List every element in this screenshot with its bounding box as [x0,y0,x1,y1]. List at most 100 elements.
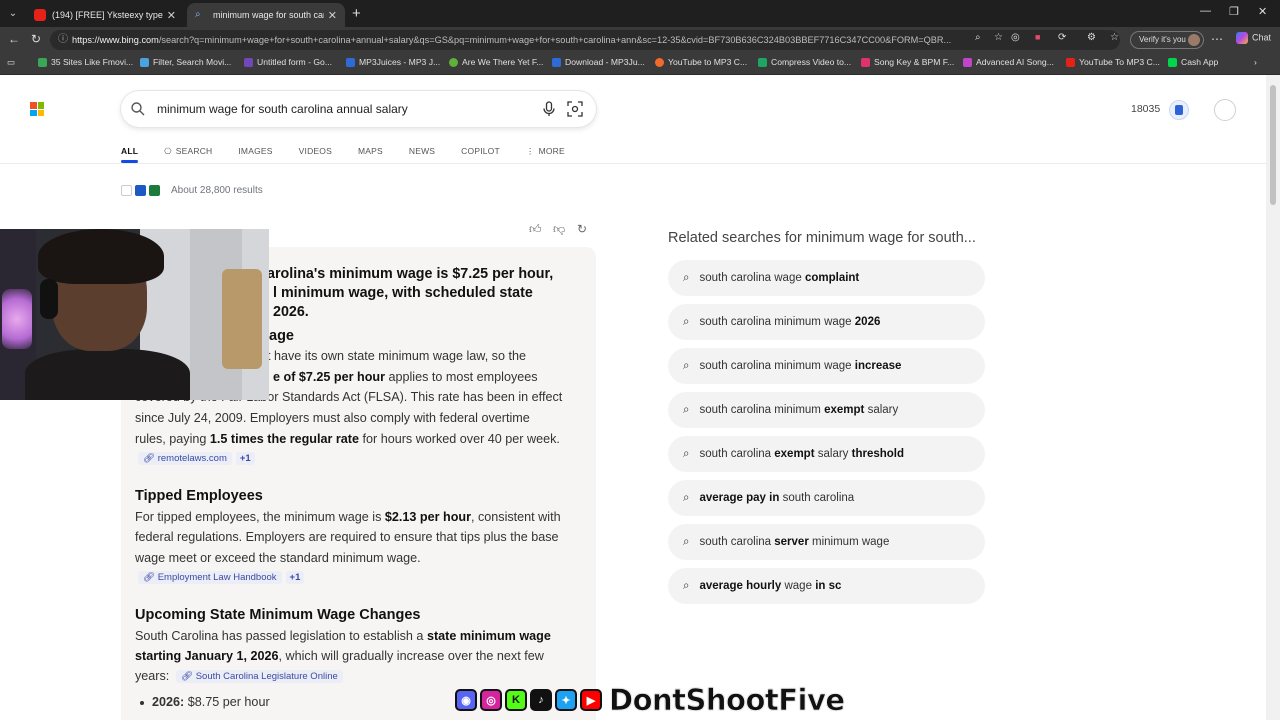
copilot-chat-button[interactable]: Chat [1236,32,1271,44]
scope-videos[interactable]: VIDEOS [299,141,332,161]
maximize-icon[interactable]: ❐ [1229,5,1239,18]
bold-text: exempt [824,404,865,416]
rewards-icon[interactable] [1169,100,1189,120]
bold-text: in sc [815,580,842,592]
streamer-socials-overlay: ◉ ◎ K ♪ ✦ ▶ DontShootFive [455,683,845,717]
scope-search[interactable]: ⎔ SEARCH [164,141,212,161]
source-icon [149,185,160,196]
citation-chip[interactable]: 🔗︎ Employment Law Handbook [138,570,282,584]
scope-images[interactable]: IMAGES [238,141,272,161]
thumbs-down-icon[interactable]: 👎︎ [553,222,565,237]
bold-text: server [774,536,809,548]
related-search-item[interactable]: ⌕ south carolina wage complaint [668,260,985,296]
bookmark-item[interactable]: MP3Juices - MP3 J... [346,57,440,67]
back-icon[interactable]: ← [8,32,20,46]
citation-label: South Carolina Legislature Online [195,670,338,682]
browser-menu-icon[interactable]: ⋯ [1211,32,1223,46]
profile-icon[interactable] [1214,99,1236,121]
bookmark-label: Untitled form - Go... [257,57,332,67]
rewards-points[interactable]: 18035 [1131,103,1160,115]
bookmark-item[interactable]: Download - MP3Ju... [552,57,645,67]
bookmark-item[interactable]: Cash App [1168,57,1218,67]
favorites-icon[interactable]: ☆ [1110,32,1119,43]
refresh-answer-icon[interactable]: ↻ [577,222,587,236]
scope-all[interactable]: ALL [121,141,139,163]
related-search-item[interactable]: ⌕ south carolina server minimum wage [668,524,985,560]
extensions-puzzle-icon[interactable]: ⟳ [1058,32,1066,43]
citation-chip[interactable]: 🔗︎ remotelaws.com [138,451,232,465]
close-tab-icon[interactable]: ✕ [328,9,337,22]
verify-label: Verify it's you [1139,35,1186,44]
bookmark-item[interactable]: Filter, Search Movi... [140,57,231,67]
scope-copilot[interactable]: COPILOT [461,141,500,161]
tab-bing-search[interactable]: ⌕ minimum wage for south carolina ✕ [187,3,345,27]
new-tab-icon[interactable]: + [352,5,361,22]
scope-more[interactable]: ⋮ MORE [526,141,565,161]
youtube-icon: ▶ [580,689,602,711]
collections-icon[interactable]: ⚙ [1087,32,1096,43]
zoom-icon[interactable]: ⌕ [975,32,981,43]
close-window-icon[interactable]: ✕ [1258,5,1267,18]
bookmark-item[interactable]: YouTube to MP3 C... [655,57,747,67]
scrollbar-thumb[interactable] [1270,85,1276,205]
search-input[interactable] [157,99,527,119]
answer-headline-line: 2026. [273,304,309,320]
citation[interactable]: 🔗︎ Employment Law Handbook +1 [138,570,305,584]
page-scrollbar[interactable] [1266,75,1280,720]
bookmark-favicon-icon [449,57,458,67]
paragraph-line: rules, paying 1.5 times the regular rate… [135,429,585,450]
tab-search-dropdown-icon[interactable]: ⌄ [5,6,21,22]
search-icon: ⌕ [683,359,690,372]
related-search-item[interactable]: ⌕ south carolina minimum wage increase [668,348,985,384]
bookmark-item[interactable]: Compress Video to... [758,57,851,67]
related-search-item[interactable]: ⌕ south carolina minimum wage 2026 [668,304,985,340]
bookmarks-overflow-icon[interactable]: › [1254,57,1257,67]
citation-chip[interactable]: 🔗︎ South Carolina Legislature Online [176,669,343,683]
bookmark-item[interactable]: Advanced AI Song... [963,57,1054,67]
bookmark-label: Compress Video to... [771,57,852,67]
bold-text: e of $7.25 per hour [273,370,385,384]
bookmarks-folder-icon[interactable]: ▭ [7,57,15,68]
bookmark-item[interactable]: Song Key & BPM F... [861,57,954,67]
citation[interactable]: 🔗︎ South Carolina Legislature Online [176,669,343,683]
related-search-item[interactable]: ⌕ average pay in south carolina [668,480,985,516]
reload-icon[interactable]: ↻ [31,32,41,46]
bookmark-item[interactable]: YouTube To MP3 C... [1066,57,1160,67]
tab-youtube[interactable]: (194) [FREE] Yksteexy type beat - I ✕ [26,3,184,27]
citation-more[interactable]: +1 [235,451,255,465]
related-search-item[interactable]: ⌕ average hourly wage in sc [668,568,985,604]
thumbs-up-icon[interactable]: 👍︎ [529,222,542,237]
bookmark-label: 35 Sites Like Fmovi... [51,57,134,67]
bookmark-item[interactable]: Are We There Yet F... [449,57,543,67]
search-icon[interactable] [130,101,146,117]
twitter-icon: ✦ [555,689,577,711]
bookmark-item[interactable]: Untitled form - Go... [244,57,332,67]
tracking-icon[interactable]: ◎ [1011,32,1020,43]
related-search-item[interactable]: ⌕ south carolina exempt salary threshold [668,436,985,472]
minimize-icon[interactable]: — [1200,5,1211,17]
address-bar[interactable]: ⓘ https://www.bing.com/search?q=minimum+w… [50,30,1120,50]
site-info-icon[interactable]: ⓘ [58,30,68,50]
scope-label: MORE [538,146,565,156]
citation[interactable]: 🔗︎ remotelaws.com +1 [138,451,255,465]
scope-maps[interactable]: MAPS [358,141,383,161]
microsoft-logo[interactable] [30,102,44,116]
microphone-icon[interactable] [542,101,556,117]
scope-news[interactable]: NEWS [409,141,435,161]
chat-label: Chat [1252,32,1272,43]
related-search-item[interactable]: ⌕ south carolina minimum exempt salary [668,392,985,428]
bold-text: state minimum wage [426,629,551,643]
citation-more[interactable]: +1 [285,570,305,584]
list-item: 2026: $8.75 per hour [140,695,270,709]
answer-headline-line: l minimum wage, with scheduled state [273,285,533,301]
search-icon: ⌕ [683,447,690,460]
bold-text: complaint [804,272,860,284]
bookmark-item[interactable]: 35 Sites Like Fmovi... [38,57,133,67]
favorite-star-icon[interactable]: ☆ [994,32,1003,43]
close-tab-icon[interactable]: ✕ [167,9,176,22]
verify-profile-button[interactable]: Verify it's you [1130,31,1204,49]
webcam-overlay [0,229,269,400]
visual-search-icon[interactable] [567,101,583,117]
extension-icon[interactable]: ■ [1035,32,1040,42]
paragraph-line: wage meet or exceed the standard minimum… [135,551,421,565]
